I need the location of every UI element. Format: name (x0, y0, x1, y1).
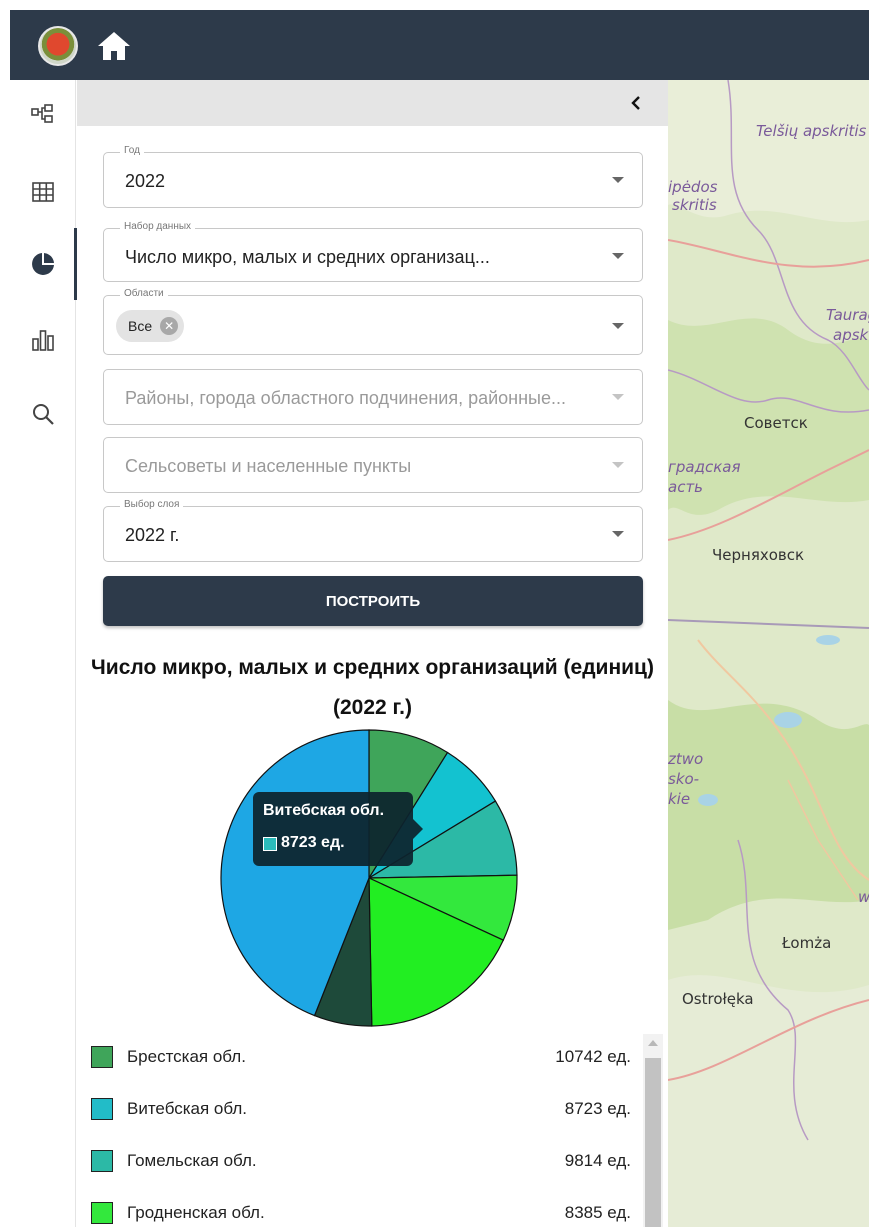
chevron-down-icon (612, 531, 624, 537)
search-icon (33, 404, 54, 425)
regions-select[interactable]: Области Все ✕ (103, 288, 643, 355)
legend-item[interactable]: Брестская обл. 10742 ед. (91, 1032, 631, 1082)
tooltip-title: Витебская обл. (263, 802, 385, 819)
legend-value: 9814 ед. (564, 1151, 631, 1170)
map-label: sko- (668, 770, 700, 788)
year-value: 2022 (125, 171, 166, 191)
map-label: apsk (833, 326, 869, 344)
scroll-up-arrow-icon[interactable] (648, 1040, 658, 1046)
nav-table[interactable] (10, 168, 76, 216)
layer-select[interactable]: Выбор слоя 2022 г. (103, 499, 643, 562)
tooltip-swatch (263, 837, 277, 851)
chevron-down-icon (612, 253, 624, 259)
layer-value: 2022 г. (125, 525, 180, 545)
collapse-panel-button[interactable] (624, 91, 648, 115)
nav-bar-chart[interactable] (10, 316, 76, 364)
year-label: Год (120, 145, 144, 156)
nav-hierarchy[interactable] (10, 92, 76, 140)
nav-search[interactable] (10, 390, 76, 438)
hierarchy-icon (31, 104, 53, 123)
legend-swatch (91, 1202, 113, 1224)
legend-label: Гродненская обл. (127, 1203, 265, 1222)
districts-placeholder: Районы, города областного подчинения, ра… (125, 388, 566, 408)
chevron-down-icon (612, 394, 624, 400)
legend-swatch (91, 1046, 113, 1068)
legend-label: Витебская обл. (127, 1099, 248, 1118)
map-label: асть (668, 478, 704, 496)
year-select[interactable]: Год 2022 (103, 145, 643, 208)
map-label: ztwo (668, 750, 704, 768)
chart-tooltip: Витебская обл. 8723 ед. (253, 792, 423, 866)
pie-chart (220, 729, 518, 1027)
scroll-thumb[interactable] (645, 1058, 661, 1227)
nav-pie-chart[interactable] (10, 240, 76, 288)
map-label: w (858, 888, 869, 906)
chevron-down-icon (612, 323, 624, 329)
settlements-placeholder: Сельсоветы и населенные пункты (125, 456, 412, 476)
bar-chart-icon (32, 330, 54, 351)
legend-value: 10742 ед. (555, 1047, 631, 1066)
legend-swatch (91, 1150, 113, 1172)
map-label: Telšių apskritis (756, 122, 867, 140)
map-background (668, 80, 869, 1227)
dataset-value: Число микро, малых и средних организац..… (125, 247, 490, 267)
table-grid-icon (32, 182, 54, 202)
chevron-left-icon (631, 96, 640, 110)
layer-label: Выбор слоя (120, 499, 184, 510)
dataset-label: Набор данных (120, 221, 196, 232)
map-label: Tauragės (826, 306, 869, 324)
top-bar (10, 10, 869, 80)
legend-item[interactable]: Гомельская обл. 9814 ед. (91, 1136, 631, 1186)
legend-value: 8385 ед. (564, 1203, 631, 1222)
legend-label: Гомельская обл. (127, 1151, 257, 1170)
chart-title: Число микро, малых и средних организаций… (91, 656, 654, 719)
pie-chart-icon (32, 253, 54, 275)
panel-header (77, 80, 668, 126)
map-label: Черняховск (712, 546, 805, 564)
legend-swatch (91, 1098, 113, 1120)
chip-label: Все (128, 318, 153, 334)
filter-panel: Год 2022 Набор данных Число микро, малых… (77, 80, 668, 1227)
map-label: ipėdos (668, 178, 718, 196)
home-icon[interactable] (96, 30, 132, 62)
map-label: skritis (672, 196, 717, 214)
districts-select[interactable]: Районы, города областного подчинения, ра… (103, 369, 643, 425)
map-label: kie (668, 790, 691, 808)
map-label: градская (668, 458, 741, 476)
region-chip-all: Все ✕ (116, 310, 185, 342)
legend-item[interactable]: Витебская обл. 8723 ед. (91, 1084, 631, 1134)
map-label: Łomża (782, 934, 832, 952)
legend-scrollbar[interactable] (643, 1034, 663, 1227)
legend-value: 8723 ед. (564, 1099, 631, 1118)
tooltip-value: 8723 ед. (281, 834, 345, 851)
map-view[interactable]: Telšių apskritis ipėdos skritis Tauragės… (668, 80, 869, 1227)
chevron-down-icon (612, 177, 624, 183)
legend-label: Брестская обл. (127, 1047, 246, 1066)
chart-legend: Брестская обл. 10742 ед. Витебская обл. 872… (77, 1024, 668, 1227)
map-label: Ostrołęka (682, 990, 754, 1008)
regions-label: Области (120, 288, 168, 299)
left-nav (10, 80, 76, 1227)
build-button[interactable]: ПОСТРОИТЬ (103, 576, 643, 626)
chip-remove-icon[interactable]: ✕ (160, 317, 179, 335)
dataset-select[interactable]: Набор данных Число микро, малых и средни… (103, 221, 643, 282)
settlements-select[interactable]: Сельсоветы и населенные пункты (103, 437, 643, 493)
coat-of-arms-logo[interactable] (38, 26, 78, 66)
map-label: Советск (744, 414, 808, 432)
chevron-down-icon (612, 462, 624, 468)
legend-item[interactable]: Гродненская обл. 8385 ед. (91, 1188, 631, 1227)
